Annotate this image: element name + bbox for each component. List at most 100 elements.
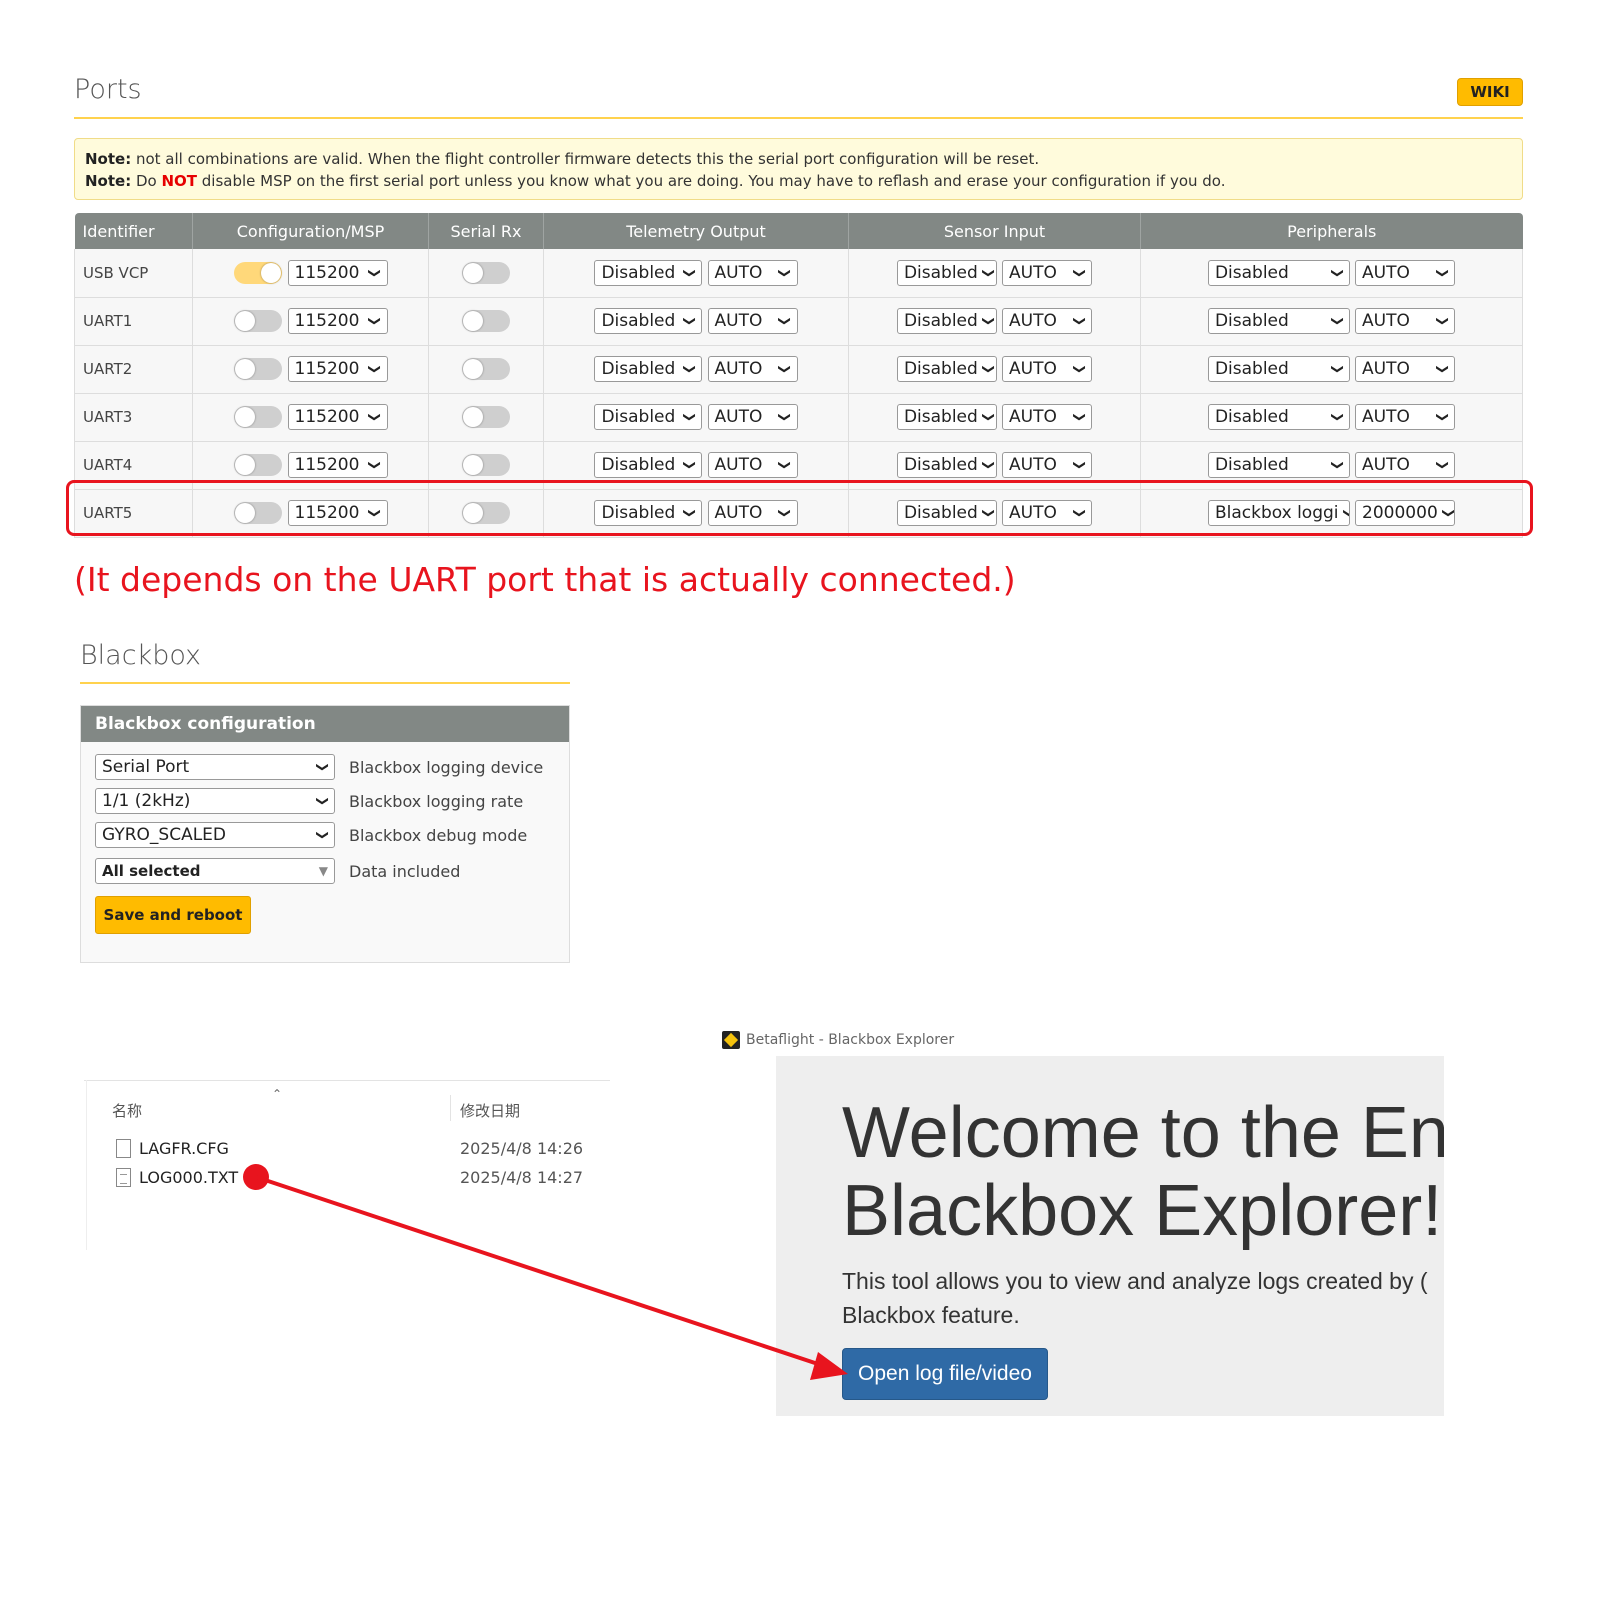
- port-identifier: UART1: [74, 297, 193, 346]
- msp-toggle[interactable]: [233, 261, 282, 284]
- port-identifier: USB VCP: [74, 249, 193, 298]
- header-serial-rx: Serial Rx: [428, 213, 544, 249]
- chevron-down-icon: ❯: [683, 459, 698, 471]
- file-item-log000-txt[interactable]: LOG000.TXT: [116, 1166, 238, 1188]
- serial-rx-toggle[interactable]: [462, 454, 510, 476]
- sensor-select[interactable]: Disabled ❯: [896, 259, 997, 286]
- data-included-label: Data included: [349, 861, 461, 881]
- msp-baud-select[interactable]: 115200 ❯: [287, 259, 388, 286]
- chevron-down-icon: ❯: [1330, 459, 1345, 471]
- chevron-down-icon: ❯: [315, 795, 330, 807]
- port-identifier: UART3: [74, 393, 193, 442]
- column-separator[interactable]: [450, 1095, 451, 1121]
- sensor-select[interactable]: Disabled ❯: [896, 308, 997, 334]
- chevron-down-icon: ❯: [981, 363, 996, 375]
- explorer-window: Welcome to the En Blackbox Explorer! Thi…: [776, 1056, 1444, 1416]
- telemetry-select[interactable]: Disabled ❯: [594, 404, 703, 430]
- sensor-select[interactable]: Disabled ❯: [896, 356, 997, 382]
- file-list-left-border: [86, 1080, 87, 1250]
- peripherals-baud-select[interactable]: AUTO ❯: [1355, 308, 1456, 334]
- port-row-uart3: UART3 115200 ❯ Disabled ❯ AUTO ❯ Disabled ❯ AUT…: [74, 393, 1523, 442]
- chevron-down-icon: ❯: [1073, 267, 1088, 278]
- serial-rx-toggle[interactable]: [462, 406, 510, 428]
- telemetry-baud-select[interactable]: AUTO ❯: [707, 356, 798, 382]
- sensor-select[interactable]: Disabled ❯: [896, 404, 997, 430]
- logging-rate-row: 1/1 (2kHz) ❯ Blackbox logging rate: [95, 788, 523, 814]
- debug-mode-select[interactable]: GYRO_SCALED ❯: [95, 822, 335, 848]
- blackbox-divider: [80, 682, 570, 684]
- chevron-down-icon: ❯: [368, 411, 383, 423]
- chevron-down-icon: ❯: [981, 267, 996, 278]
- serial-rx-toggle[interactable]: [462, 310, 510, 332]
- wiki-button[interactable]: WIKI: [1457, 78, 1523, 106]
- peripherals-select[interactable]: Disabled ❯: [1207, 452, 1350, 478]
- data-included-row: All selected ▼ Data included: [95, 858, 460, 884]
- logging-device-select[interactable]: Serial Port ❯: [95, 754, 335, 780]
- msp-baud-select[interactable]: 115200 ❯: [287, 452, 388, 478]
- msp-toggle[interactable]: [233, 454, 282, 476]
- telemetry-baud-select[interactable]: AUTO ❯: [707, 308, 798, 334]
- chevron-down-icon: ❯: [778, 411, 793, 423]
- sensor-baud-select[interactable]: AUTO ❯: [1002, 356, 1093, 382]
- uart5-highlight-box: [66, 480, 1533, 536]
- sensor-baud-select[interactable]: AUTO ❯: [1002, 452, 1093, 478]
- msp-baud-select[interactable]: 115200 ❯: [287, 404, 388, 430]
- msp-baud-select[interactable]: 115200 ❯: [287, 308, 388, 334]
- sensor-cell: Disabled ❯ AUTO ❯: [848, 249, 1141, 298]
- serial-rx-toggle[interactable]: [462, 261, 510, 284]
- telemetry-select[interactable]: Disabled ❯: [594, 452, 703, 478]
- ports-divider: [74, 117, 1523, 119]
- sensor-baud-select[interactable]: AUTO ❯: [1002, 308, 1093, 334]
- blackbox-panel-title: Blackbox configuration: [81, 706, 569, 742]
- sensor-baud-select[interactable]: AUTO ❯: [1002, 404, 1093, 430]
- sort-ascending-icon[interactable]: ⌃: [272, 1087, 282, 1101]
- peripherals-baud-select[interactable]: AUTO ❯: [1355, 404, 1456, 430]
- blackbox-title: Blackbox: [80, 640, 202, 671]
- chevron-down-icon: ❯: [981, 459, 996, 471]
- chevron-down-icon: ❯: [368, 315, 383, 327]
- telemetry-select[interactable]: Disabled ❯: [594, 259, 703, 286]
- column-header-name[interactable]: 名称: [112, 1100, 142, 1121]
- chevron-down-icon: ❯: [1436, 315, 1451, 327]
- chevron-down-icon: ❯: [1330, 267, 1345, 278]
- data-included-select[interactable]: All selected ▼: [95, 858, 335, 884]
- peripherals-cell: Disabled ❯ AUTO ❯: [1140, 249, 1523, 298]
- chevron-down-icon: ❯: [778, 315, 793, 327]
- peripherals-select[interactable]: Disabled ❯: [1207, 404, 1350, 430]
- peripherals-select[interactable]: Disabled ❯: [1207, 356, 1350, 382]
- msp-toggle[interactable]: [233, 358, 282, 380]
- logging-device-label: Blackbox logging device: [349, 757, 544, 777]
- welcome-heading: Welcome to the En Blackbox Explorer!: [842, 1093, 1444, 1251]
- peripherals-baud-select[interactable]: AUTO ❯: [1355, 452, 1456, 478]
- peripherals-baud-select[interactable]: AUTO ❯: [1355, 259, 1456, 286]
- save-and-reboot-button[interactable]: Save and reboot: [95, 896, 251, 934]
- header-configuration-msp: Configuration/MSP: [192, 213, 429, 249]
- telemetry-cell: Disabled ❯ AUTO ❯: [543, 393, 849, 442]
- column-header-date[interactable]: 修改日期: [460, 1100, 520, 1121]
- telemetry-baud-select[interactable]: AUTO ❯: [707, 452, 798, 478]
- chevron-down-icon: ❯: [683, 267, 698, 278]
- telemetry-select[interactable]: Disabled ❯: [594, 356, 703, 382]
- telemetry-select[interactable]: Disabled ❯: [594, 308, 703, 334]
- msp-baud-select[interactable]: 115200 ❯: [287, 356, 388, 382]
- arrow-line: [255, 1175, 825, 1368]
- sensor-select[interactable]: Disabled ❯: [896, 452, 997, 478]
- peripherals-baud-select[interactable]: AUTO ❯: [1355, 356, 1456, 382]
- serial-rx-toggle[interactable]: [462, 358, 510, 380]
- ports-title: Ports: [74, 74, 142, 105]
- blackbox-config-panel: Blackbox configuration Serial Port ❯ Blac…: [80, 705, 570, 963]
- file-item-lagfr-cfg[interactable]: LAGFR.CFG: [116, 1137, 229, 1159]
- peripherals-select[interactable]: Disabled ❯: [1207, 259, 1350, 286]
- sensor-baud-select[interactable]: AUTO ❯: [1002, 259, 1093, 286]
- msp-toggle[interactable]: [233, 406, 282, 428]
- telemetry-baud-select[interactable]: AUTO ❯: [707, 404, 798, 430]
- chevron-down-icon: ❯: [368, 459, 383, 471]
- peripherals-select[interactable]: Disabled ❯: [1207, 308, 1350, 334]
- logging-rate-select[interactable]: 1/1 (2kHz) ❯: [95, 788, 335, 814]
- sensor-cell: Disabled ❯ AUTO ❯: [848, 297, 1141, 346]
- chevron-down-icon: ❯: [315, 761, 330, 773]
- open-log-file-button[interactable]: Open log file/video: [842, 1348, 1048, 1400]
- msp-toggle[interactable]: [233, 310, 282, 332]
- chevron-down-icon: ❯: [1073, 411, 1088, 423]
- telemetry-baud-select[interactable]: AUTO ❯: [707, 259, 798, 286]
